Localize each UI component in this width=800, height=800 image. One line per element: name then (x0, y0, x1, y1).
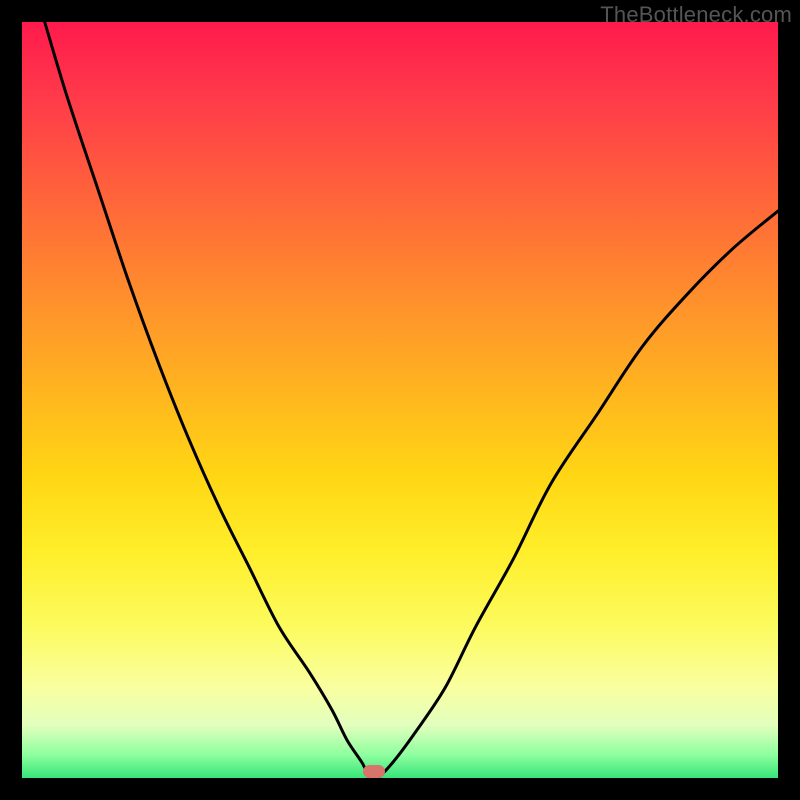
chart-plot-area (22, 22, 778, 778)
bottleneck-curve (22, 22, 778, 778)
optimal-marker (363, 765, 385, 778)
watermark-label: TheBottleneck.com (600, 2, 792, 28)
